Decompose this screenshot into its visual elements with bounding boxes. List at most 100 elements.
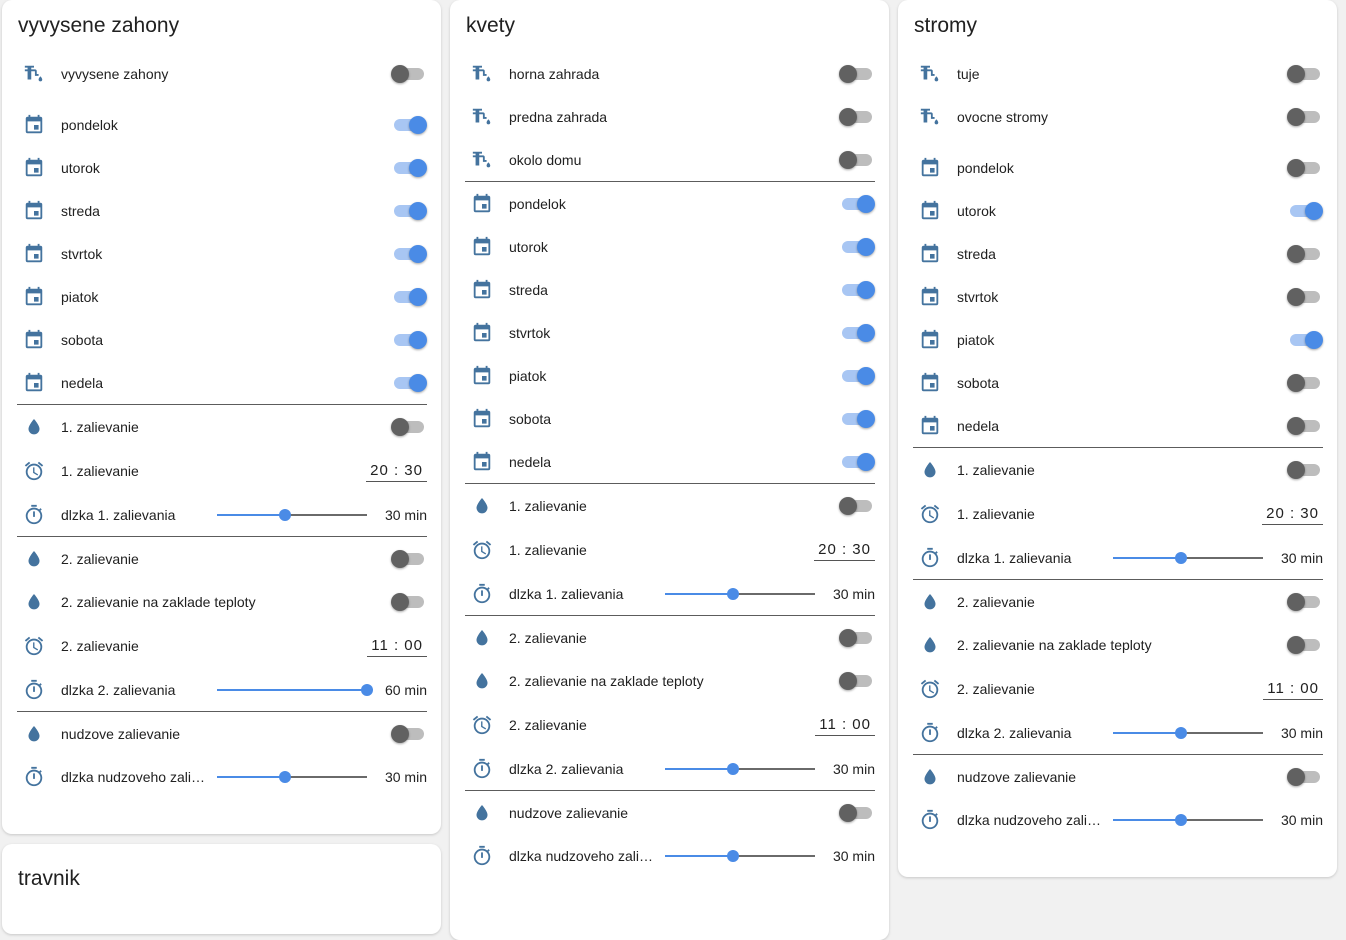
toggle-switch[interactable] xyxy=(839,366,875,386)
duration-slider[interactable] xyxy=(665,759,815,779)
toggle-switch[interactable] xyxy=(391,115,427,135)
day-row[interactable]: stvrtok xyxy=(913,275,1323,318)
toggle-switch[interactable] xyxy=(1287,107,1323,127)
day-row[interactable]: sobota xyxy=(465,397,875,440)
slider-thumb[interactable] xyxy=(1175,726,1188,739)
day-row[interactable]: pondelok xyxy=(465,182,875,225)
time-input[interactable]: 11 : 00 xyxy=(815,714,875,736)
toggle-switch[interactable] xyxy=(391,244,427,264)
toggle-switch[interactable] xyxy=(391,158,427,178)
time-input[interactable]: 11 : 00 xyxy=(367,635,427,657)
watering-toggle-row[interactable]: 1. zalievanie xyxy=(913,448,1323,491)
valve-row[interactable]: predna zahrada xyxy=(465,95,875,138)
toggle-switch[interactable] xyxy=(839,671,875,691)
toggle-switch[interactable] xyxy=(839,150,875,170)
day-row[interactable]: pondelok xyxy=(913,146,1323,189)
emergency-watering-row[interactable]: nudzove zalievanie xyxy=(465,791,875,834)
slider-thumb[interactable] xyxy=(1175,813,1188,826)
watering-toggle-row[interactable]: 2. zalievanie xyxy=(465,616,875,659)
duration-slider[interactable] xyxy=(665,584,815,604)
valve-row[interactable]: ovocne stromy xyxy=(913,95,1323,138)
toggle-switch[interactable] xyxy=(1287,330,1323,350)
day-row[interactable]: nedela xyxy=(17,361,427,404)
toggle-switch[interactable] xyxy=(839,194,875,214)
day-row[interactable]: utorok xyxy=(913,189,1323,232)
valve-row[interactable]: horna zahrada xyxy=(465,52,875,95)
temperature-watering-row[interactable]: 2. zalievanie na zaklade teploty xyxy=(465,659,875,702)
slider-thumb[interactable] xyxy=(279,770,292,783)
day-row[interactable]: utorok xyxy=(17,146,427,189)
toggle-switch[interactable] xyxy=(1287,287,1323,307)
toggle-switch[interactable] xyxy=(391,724,427,744)
valve-row[interactable]: okolo domu xyxy=(465,138,875,181)
day-row[interactable]: utorok xyxy=(465,225,875,268)
toggle-switch[interactable] xyxy=(1287,64,1323,84)
emergency-watering-row[interactable]: nudzove zalievanie xyxy=(913,755,1323,798)
duration-slider[interactable] xyxy=(217,680,373,700)
toggle-switch[interactable] xyxy=(839,280,875,300)
emergency-watering-row[interactable]: nudzove zalievanie xyxy=(17,712,427,755)
duration-slider[interactable] xyxy=(1113,723,1263,743)
slider-thumb[interactable] xyxy=(1175,551,1188,564)
time-input[interactable]: 11 : 00 xyxy=(1263,678,1323,700)
watering-toggle-row[interactable]: 1. zalievanie xyxy=(465,484,875,527)
day-row[interactable]: piatok xyxy=(913,318,1323,361)
toggle-switch[interactable] xyxy=(391,592,427,612)
day-row[interactable]: nedela xyxy=(913,404,1323,447)
day-row[interactable]: stvrtok xyxy=(17,232,427,275)
day-row[interactable]: nedela xyxy=(465,440,875,483)
toggle-switch[interactable] xyxy=(391,417,427,437)
valve-row[interactable]: tuje xyxy=(913,52,1323,95)
time-input[interactable]: 20 : 30 xyxy=(814,539,875,561)
toggle-switch[interactable] xyxy=(839,64,875,84)
toggle-switch[interactable] xyxy=(1287,416,1323,436)
watering-toggle-row[interactable]: 2. zalievanie xyxy=(913,580,1323,623)
slider-thumb[interactable] xyxy=(361,683,373,696)
watering-toggle-row[interactable]: 1. zalievanie xyxy=(17,405,427,448)
day-row[interactable]: streda xyxy=(17,189,427,232)
toggle-switch[interactable] xyxy=(839,496,875,516)
toggle-switch[interactable] xyxy=(1287,635,1323,655)
toggle-switch[interactable] xyxy=(839,803,875,823)
toggle-switch[interactable] xyxy=(1287,767,1323,787)
day-row[interactable]: sobota xyxy=(17,318,427,361)
day-row[interactable]: stvrtok xyxy=(465,311,875,354)
day-row[interactable]: sobota xyxy=(913,361,1323,404)
toggle-switch[interactable] xyxy=(1287,460,1323,480)
day-row[interactable]: streda xyxy=(913,232,1323,275)
duration-slider[interactable] xyxy=(217,767,367,787)
slider-thumb[interactable] xyxy=(727,762,740,775)
toggle-switch[interactable] xyxy=(839,452,875,472)
toggle-switch[interactable] xyxy=(391,330,427,350)
day-row[interactable]: piatok xyxy=(465,354,875,397)
slider-thumb[interactable] xyxy=(727,849,740,862)
toggle-switch[interactable] xyxy=(839,237,875,257)
toggle-switch[interactable] xyxy=(1287,373,1323,393)
time-input[interactable]: 20 : 30 xyxy=(366,460,427,482)
toggle-switch[interactable] xyxy=(1287,201,1323,221)
toggle-switch[interactable] xyxy=(391,201,427,221)
toggle-switch[interactable] xyxy=(839,323,875,343)
duration-slider[interactable] xyxy=(217,505,367,525)
toggle-switch[interactable] xyxy=(1287,158,1323,178)
watering-toggle-row[interactable]: 2. zalievanie xyxy=(17,537,427,580)
temperature-watering-row[interactable]: 2. zalievanie na zaklade teploty xyxy=(17,580,427,623)
toggle-switch[interactable] xyxy=(839,107,875,127)
duration-slider[interactable] xyxy=(665,846,815,866)
toggle-switch[interactable] xyxy=(391,64,427,84)
slider-thumb[interactable] xyxy=(279,508,292,521)
toggle-switch[interactable] xyxy=(391,373,427,393)
toggle-switch[interactable] xyxy=(839,628,875,648)
toggle-switch[interactable] xyxy=(1287,592,1323,612)
day-row[interactable]: pondelok xyxy=(17,103,427,146)
valve-row[interactable]: vyvysene zahony xyxy=(17,52,427,95)
day-row[interactable]: piatok xyxy=(17,275,427,318)
toggle-switch[interactable] xyxy=(1287,244,1323,264)
slider-thumb[interactable] xyxy=(727,587,740,600)
duration-slider[interactable] xyxy=(1113,810,1263,830)
toggle-switch[interactable] xyxy=(839,409,875,429)
toggle-switch[interactable] xyxy=(391,287,427,307)
duration-slider[interactable] xyxy=(1113,548,1263,568)
temperature-watering-row[interactable]: 2. zalievanie na zaklade teploty xyxy=(913,623,1323,666)
toggle-switch[interactable] xyxy=(391,549,427,569)
